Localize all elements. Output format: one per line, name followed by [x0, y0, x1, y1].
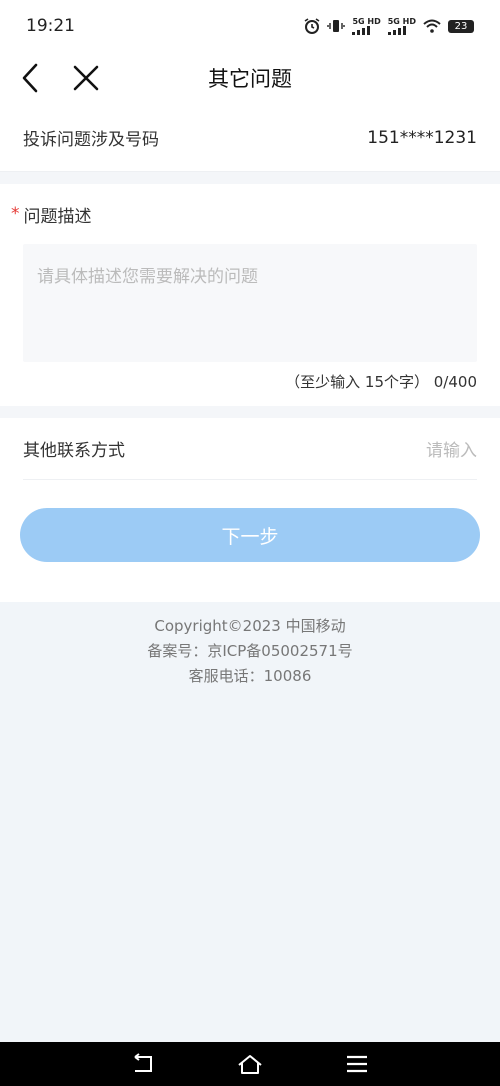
next-button[interactable]: 下一步	[20, 508, 480, 562]
alarm-icon	[305, 18, 320, 34]
description-counter: （至少输入 15个字） 0/400	[285, 373, 477, 391]
menu-icon[interactable]	[344, 1053, 370, 1075]
signal-1: 5G HD	[352, 16, 381, 35]
signal-2-label: 5G HD	[387, 16, 416, 26]
status-icons: 5G HD 5G HD 23	[304, 16, 474, 35]
complaint-number-label: 投诉问题涉及号码	[23, 130, 159, 150]
status-time: 19:21	[26, 16, 75, 36]
signal-1-label: 5G HD	[352, 16, 381, 26]
contact-input[interactable]: 请输入	[426, 436, 477, 461]
button-area: 下一步	[0, 480, 500, 602]
required-mark: *	[11, 204, 20, 224]
signal-bars-icon	[352, 25, 371, 35]
section-divider	[0, 406, 500, 418]
wifi-icon	[423, 19, 441, 33]
description-label: 问题描述	[23, 206, 92, 227]
complaint-number-row: 投诉问题涉及号码 151****1231	[0, 104, 500, 172]
contact-row[interactable]: 其他联系方式 请输入	[23, 418, 477, 480]
back-icon[interactable]	[130, 1053, 156, 1075]
status-bar: 19:21 5G HD 5G HD 23	[0, 0, 500, 52]
vibrate-icon	[327, 20, 346, 32]
section-divider	[0, 172, 500, 184]
footer: Copyright©2023 中国移动 备案号：京ICP备05002571号 客…	[0, 602, 500, 689]
signal-2: 5G HD	[387, 16, 416, 35]
footer-copyright: Copyright©2023 中国移动	[154, 617, 346, 635]
home-icon[interactable]	[236, 1053, 264, 1075]
system-nav-bar	[0, 1042, 500, 1086]
contact-section: 其他联系方式 请输入	[0, 418, 500, 480]
navbar: 其它问题	[0, 52, 500, 104]
description-section: * 问题描述 请具体描述您需要解决的问题 （至少输入 15个字） 0/400	[0, 184, 500, 406]
battery-level: 23	[454, 20, 468, 32]
battery-icon: 23	[448, 19, 474, 33]
contact-label: 其他联系方式	[23, 441, 125, 461]
footer-service: 客服电话：10086	[188, 667, 312, 685]
signal-bars-icon	[387, 25, 406, 35]
page-title: 其它问题	[208, 67, 292, 91]
complaint-number-value: 151****1231	[367, 127, 477, 148]
description-placeholder: 请具体描述您需要解决的问题	[37, 267, 258, 287]
description-label-row: * 问题描述	[11, 184, 477, 244]
footer-icp: 备案号：京ICP备05002571号	[147, 642, 353, 660]
description-textarea[interactable]: 请具体描述您需要解决的问题	[23, 244, 477, 362]
